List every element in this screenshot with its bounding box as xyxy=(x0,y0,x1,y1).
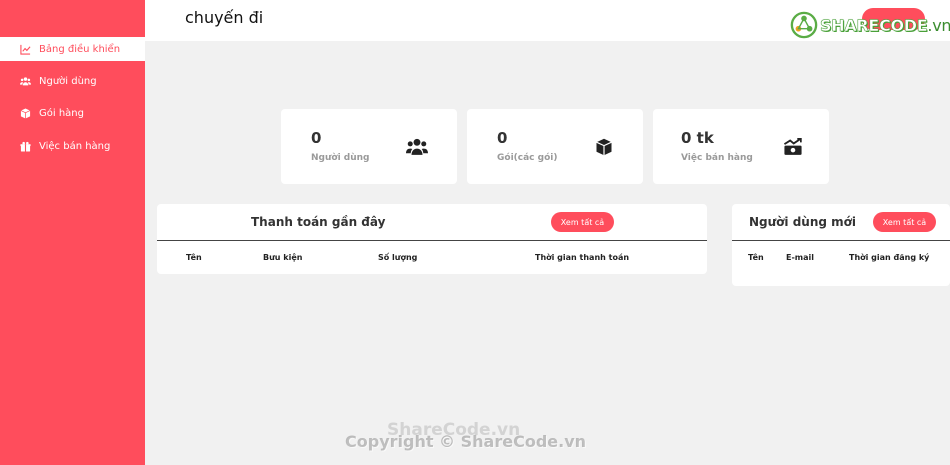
sharecode-logo-icon xyxy=(790,11,818,39)
view-all-users-button[interactable]: Xem tất cả xyxy=(873,212,936,232)
panel-title: Người dùng mới xyxy=(749,215,857,229)
stat-label: Người dùng xyxy=(311,153,370,163)
recent-payments-panel: Thanh toán gần đây Xem tất cả Tên Bưu ki… xyxy=(157,204,707,274)
sidebar-item-packages[interactable]: Gói hàng xyxy=(0,101,145,125)
sidebar-item-label: Gói hàng xyxy=(39,107,84,119)
stat-value: 0 tk xyxy=(681,129,714,147)
column-header-email: E-mail xyxy=(786,253,815,262)
sidebar-item-users[interactable]: Người dùng xyxy=(0,69,145,93)
column-header-name: Tên xyxy=(186,253,202,262)
column-header-quantity: Số lượng xyxy=(378,253,418,262)
stat-value: 0 xyxy=(311,129,322,147)
sidebar-item-label: Người dùng xyxy=(39,75,97,87)
column-header-parcel: Bưu kiện xyxy=(263,253,303,262)
sidebar: Bảng điều khiển Người dùng Gói hàng Việc… xyxy=(0,0,145,465)
column-header-name: Tên xyxy=(748,253,764,262)
panel-title: Thanh toán gần đây xyxy=(251,215,386,229)
sidebar-item-dashboard[interactable]: Bảng điều khiển xyxy=(0,37,145,61)
divider xyxy=(732,240,950,241)
box-icon xyxy=(596,138,612,156)
money-chart-icon xyxy=(783,138,802,155)
sharecode-logo: SHARECODE.vn xyxy=(790,10,950,40)
stat-card-users: 0 Người dùng xyxy=(281,109,457,184)
copyright-watermark: Copyright © ShareCode.vn xyxy=(345,432,587,451)
stat-value: 0 xyxy=(497,129,508,147)
logo-text: SHARECODE.vn xyxy=(820,15,950,35)
new-users-panel: Người dùng mới Xem tất cả Tên E-mail Thờ… xyxy=(732,204,950,286)
column-header-payment-time: Thời gian thanh toán xyxy=(535,253,630,262)
stat-label: Việc bán hàng xyxy=(681,153,753,163)
users-icon xyxy=(406,138,428,155)
users-icon xyxy=(20,76,31,85)
divider xyxy=(157,240,707,241)
view-all-payments-button[interactable]: Xem tất cả xyxy=(551,212,614,232)
stat-card-sales: 0 tk Việc bán hàng xyxy=(653,109,829,184)
sidebar-item-label: Việc bán hàng xyxy=(39,140,111,152)
gift-icon xyxy=(20,141,31,152)
line-chart-icon xyxy=(20,44,31,55)
stat-label: Gói(các gói) xyxy=(497,153,558,163)
box-icon xyxy=(20,107,31,119)
stat-card-packages: 0 Gói(các gói) xyxy=(467,109,643,184)
page-title: chuyến đi xyxy=(185,8,264,27)
sidebar-item-sales[interactable]: Việc bán hàng xyxy=(0,134,145,158)
sidebar-item-label: Bảng điều khiển xyxy=(39,43,121,55)
column-header-registered-time: Thời gian đăng ký xyxy=(849,253,930,262)
